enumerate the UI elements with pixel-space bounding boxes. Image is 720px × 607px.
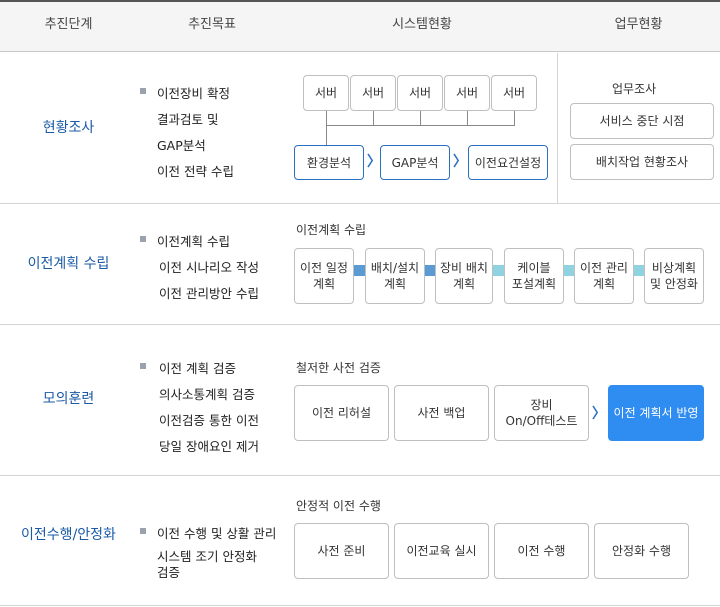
step-box: 이전 관리 계획 (574, 248, 634, 304)
goal-list: 이전 계획 검증 의사소통계획 검증 이전검증 통한 이전 당일 장애요인 제거 (140, 355, 290, 465)
bullet-icon (140, 236, 146, 242)
connector-line (514, 111, 515, 125)
goal-list: 이전계획 수립 이전 시나리오 작성 이전 관리방안 수립 (140, 228, 290, 308)
goal-item: GAP분석 (157, 138, 206, 153)
step-box: 이전 수행 (494, 523, 589, 579)
goal-item: 이전장비 확정 (157, 86, 230, 101)
step-box: 배치/설치 계획 (365, 248, 425, 304)
step-box: 사전 준비 (294, 523, 389, 579)
bullet-icon (140, 528, 146, 534)
row-divider (0, 605, 720, 606)
server-box: 서버 (444, 75, 490, 111)
section-title: 안정적 이전 수행 (296, 499, 381, 513)
goal-item: 시스템 조기 안정화 검증 (157, 549, 257, 580)
section-title: 철저한 사전 검증 (296, 361, 381, 375)
stage-label: 이전계획 수립 (27, 256, 110, 272)
connector-line (420, 111, 421, 125)
step-box: GAP분석 (380, 145, 450, 180)
header-system: 시스템현황 (392, 17, 452, 32)
step-box-highlight: 이전 계획서 반영 (608, 385, 704, 441)
server-box: 서버 (303, 75, 349, 111)
goal-item: 이전 시나리오 작성 (159, 260, 259, 275)
step-box: 비상계획 및 안정화 (644, 248, 704, 304)
header-stage: 추진단계 (44, 17, 93, 32)
header-goal: 추진목표 (188, 17, 236, 32)
step-box: 장비 배치 계획 (435, 248, 493, 304)
goal-item: 당일 장애요인 제거 (159, 439, 259, 454)
bullet-icon (140, 363, 146, 369)
step-box: 이전 리허설 (294, 385, 389, 441)
row-divider (0, 203, 720, 204)
goal-item: 이전 계획 검증 (159, 361, 236, 376)
step-box: 이전교육 실시 (394, 523, 489, 579)
business-title: 업무조사 (612, 82, 657, 96)
step-box: 이전 일정 계획 (294, 248, 354, 304)
connector-line (467, 111, 468, 125)
stage-label: 현황조사 (42, 120, 95, 136)
goal-item: 결과검토 및 (157, 112, 219, 127)
server-box: 서버 (491, 75, 537, 111)
goal-item: 이전 수행 및 상활 관리 (157, 526, 277, 541)
section-title: 이전계획 수립 (296, 223, 367, 237)
connector-line (326, 125, 515, 126)
goal-item: 이전계획 수립 (157, 234, 230, 249)
chevron-right-icon: 〉 (367, 154, 381, 170)
server-box: 서버 (350, 75, 396, 111)
step-box: 케이블 포설계획 (504, 248, 564, 304)
connector-line (373, 111, 374, 125)
chevron-right-icon: 〉 (453, 154, 467, 170)
stage-label: 이전수행/안정화 (21, 527, 116, 543)
business-item: 서비스 중단 시점 (570, 103, 714, 139)
column-divider (557, 53, 558, 203)
chevron-right-icon: 〉 (592, 406, 606, 422)
row-divider (0, 475, 720, 476)
stage-label: 모의훈련 (42, 391, 95, 407)
bullet-icon (140, 88, 146, 94)
goal-item: 이전검증 통한 이전 (159, 413, 259, 428)
business-item: 배치작업 현황조사 (570, 144, 714, 180)
step-box: 장비 On/Off테스트 (494, 385, 589, 441)
connector-block (493, 265, 504, 276)
step-box: 사전 백업 (394, 385, 489, 441)
goal-list: 이전 수행 및 상활 관리 시스템 조기 안정화 검증 (140, 520, 290, 590)
goal-item: 이전 전략 수립 (157, 164, 234, 179)
goal-item: 이전 관리방안 수립 (159, 286, 259, 301)
goal-list: 이전장비 확정 결과검토 및 GAP분석 이전 전략 수립 (140, 80, 290, 190)
step-box: 이전요건설정 (468, 145, 548, 180)
step-box: 안정화 수행 (594, 523, 689, 579)
server-box: 서버 (397, 75, 443, 111)
header-business: 업무현황 (614, 17, 663, 32)
connector-line (326, 111, 327, 145)
step-box: 환경분석 (294, 145, 364, 180)
connector-block (354, 265, 365, 276)
row-divider (0, 324, 720, 325)
goal-item: 의사소통계획 검증 (159, 387, 255, 402)
